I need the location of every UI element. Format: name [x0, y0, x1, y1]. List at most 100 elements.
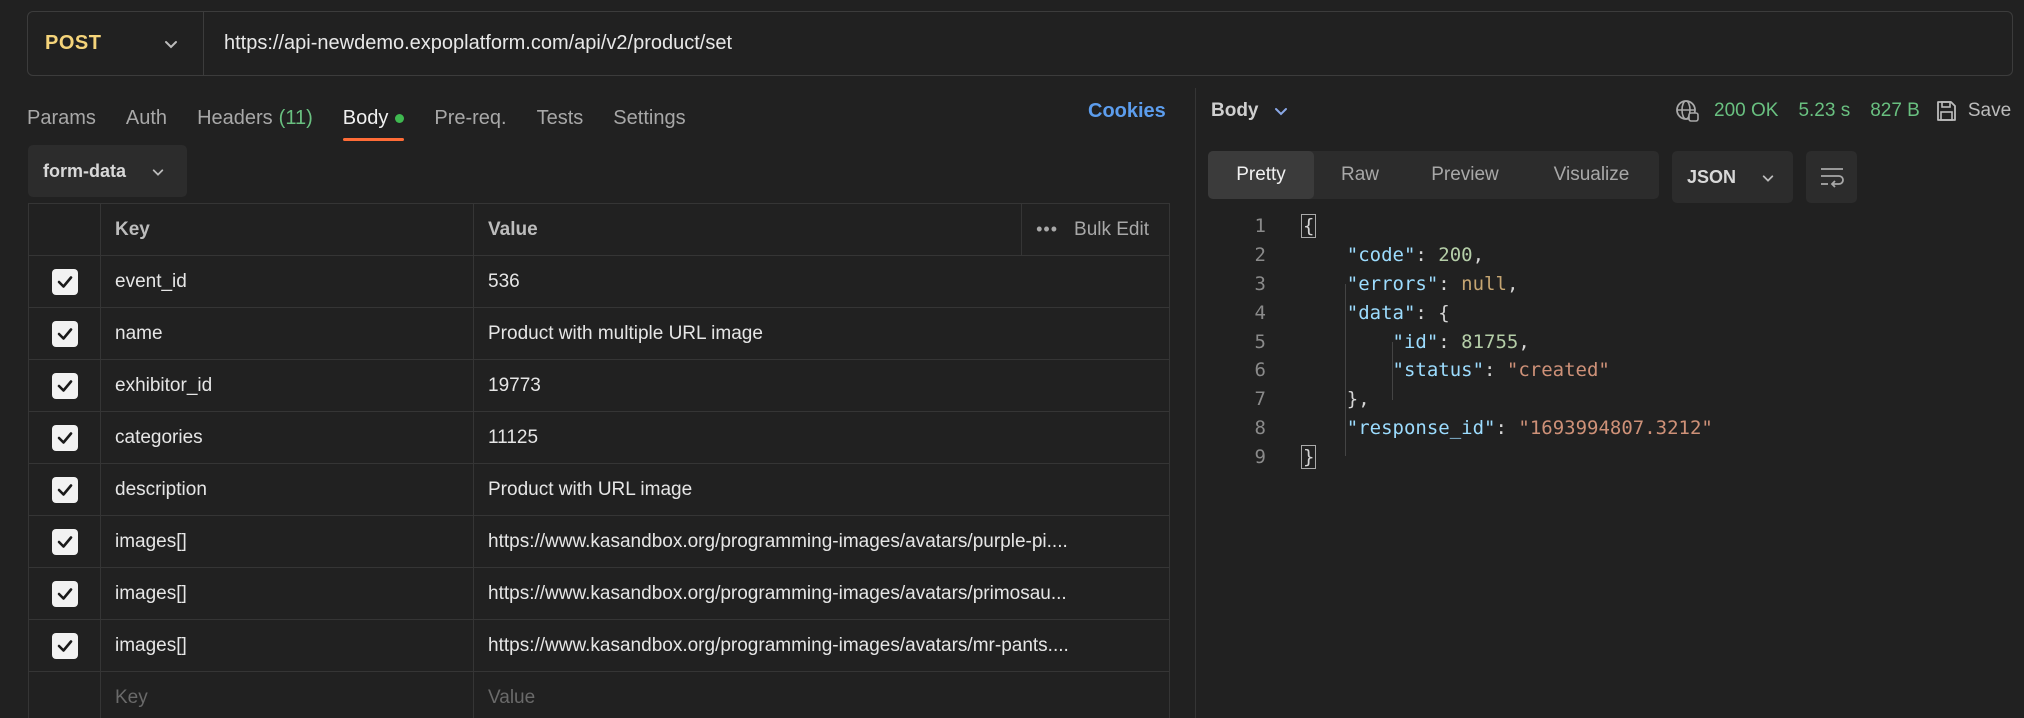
tab-settings[interactable]: Settings [613, 96, 685, 140]
key-cell[interactable]: exhibitor_id [101, 360, 474, 411]
row-checkbox[interactable] [51, 476, 78, 503]
row-checkbox[interactable] [51, 632, 78, 659]
value-cell[interactable]: Product with URL image [474, 464, 1169, 515]
check-cell [29, 360, 101, 411]
globe-network-icon[interactable] [1674, 98, 1700, 124]
body-type-label: form-data [43, 160, 127, 181]
line-number: 8 [1254, 416, 1266, 439]
bulk-edit-area: ••• Bulk Edit [1021, 204, 1169, 255]
request-tabs: Params Auth Headers (11) Body Pre-req. Te… [27, 96, 716, 141]
row-checkbox[interactable] [51, 528, 78, 555]
tab-pretty[interactable]: Pretty [1208, 151, 1314, 199]
response-body-label: Body [1211, 100, 1259, 121]
check-cell [29, 256, 101, 307]
check-cell [29, 568, 101, 619]
language-select[interactable]: JSON [1672, 151, 1793, 203]
tab-label: Settings [613, 106, 686, 129]
value-cell[interactable]: https://www.kasandbox.org/programming-im… [474, 516, 1169, 567]
tab-body[interactable]: Body [342, 96, 405, 141]
row-checkbox[interactable] [51, 320, 78, 347]
json-key: "code" [1346, 244, 1416, 267]
checkmark-icon [57, 535, 72, 548]
chevron-down-icon [1274, 108, 1287, 116]
value-cell[interactable]: 19773 [474, 360, 1169, 411]
tab-preview[interactable]: Preview [1406, 151, 1524, 199]
table-row: event_id 536 [29, 256, 1169, 308]
save-icon [1936, 101, 1956, 121]
tab-pre-request[interactable]: Pre-req. [434, 96, 506, 140]
key-cell[interactable]: images[] [101, 620, 474, 671]
key-cell[interactable]: images[] [101, 516, 474, 567]
key-cell[interactable]: categories [101, 412, 474, 463]
json-key: "status" [1392, 359, 1485, 382]
key-cell[interactable]: event_id [101, 256, 474, 307]
status-code[interactable]: 200 OK [1714, 100, 1778, 122]
code-line: 1{ [1230, 212, 1713, 241]
tab-visualize[interactable]: Visualize [1524, 151, 1659, 199]
code-line: 6 "status": "created" [1230, 356, 1713, 385]
row-checkbox[interactable] [51, 424, 78, 451]
table-row: images[] https://www.kasandbox.org/progr… [29, 620, 1169, 672]
method-select[interactable]: POST [28, 12, 204, 75]
tab-label: Headers [197, 106, 273, 129]
key-input[interactable]: Key [101, 672, 474, 718]
value-cell[interactable]: 536 [474, 256, 1169, 307]
url-input[interactable]: https://api-newdemo.expoplatform.com/api… [224, 32, 732, 55]
row-checkbox[interactable] [51, 580, 78, 607]
table-row: description Product with URL image [29, 464, 1169, 516]
pane-divider[interactable] [1195, 88, 1196, 718]
wrap-lines-button[interactable] [1806, 151, 1857, 203]
tab-label: Tests [536, 106, 584, 129]
active-indicator-dot [395, 113, 405, 123]
line-number: 2 [1254, 244, 1266, 267]
bulk-edit-button[interactable]: Bulk Edit [1074, 219, 1149, 241]
tab-raw[interactable]: Raw [1314, 151, 1406, 199]
value-cell[interactable]: https://www.kasandbox.org/programming-im… [474, 568, 1169, 619]
line-number: 6 [1254, 359, 1266, 382]
tab-headers[interactable]: Headers (11) [197, 96, 313, 140]
code-line: 4 "data": { [1230, 298, 1713, 327]
value-cell[interactable]: Product with multiple URL image [474, 308, 1169, 359]
row-checkbox[interactable] [51, 268, 78, 295]
value-input[interactable]: Value [474, 672, 1169, 718]
indent-guide [1345, 284, 1346, 456]
json-key: "response_id" [1346, 416, 1496, 439]
json-string: "created" [1506, 359, 1610, 382]
body-type-select[interactable]: form-data [28, 145, 187, 197]
tab-auth[interactable]: Auth [126, 96, 167, 140]
check-cell [29, 412, 101, 463]
value-cell[interactable]: https://www.kasandbox.org/programming-im… [474, 620, 1169, 671]
more-options-icon[interactable]: ••• [1036, 219, 1058, 240]
response-time[interactable]: 5.23 s [1798, 100, 1850, 122]
json-key: "data" [1346, 301, 1416, 324]
value-cell[interactable]: 11125 [474, 412, 1169, 463]
value-header: Value [488, 218, 538, 240]
line-number: 9 [1254, 445, 1266, 468]
check-cell [29, 672, 101, 718]
row-checkbox[interactable] [51, 372, 78, 399]
line-number: 5 [1254, 330, 1266, 353]
key-cell[interactable]: name [101, 308, 474, 359]
save-label: Save [1967, 100, 2012, 121]
check-cell [29, 308, 101, 359]
save-response-button[interactable]: Save [1934, 99, 2011, 123]
cookies-link[interactable]: Cookies [1088, 100, 1166, 123]
response-size[interactable]: 827 B [1870, 100, 1920, 122]
response-body-select[interactable]: Body [1211, 100, 1289, 122]
code-line: 9} [1230, 442, 1713, 471]
tab-label: Body [342, 106, 389, 129]
checkmark-icon [57, 431, 72, 444]
form-data-table: Key Value ••• Bulk Edit event_id 536 nam… [28, 203, 1170, 718]
tab-params[interactable]: Params [27, 96, 96, 140]
table-row-empty: Key Value [29, 672, 1169, 718]
tab-tests[interactable]: Tests [537, 96, 584, 140]
code-line: 7 }, [1230, 385, 1713, 414]
key-cell[interactable]: images[] [101, 568, 474, 619]
line-number: 1 [1254, 215, 1266, 238]
checkmark-icon [57, 275, 72, 288]
response-json-viewer[interactable]: 1{ 2 "code": 200, 3 "errors": null, 4 "d… [1230, 212, 1713, 471]
key-cell[interactable]: description [101, 464, 474, 515]
brace-close: } [1301, 444, 1317, 469]
checkmark-icon [57, 327, 72, 340]
method-label: POST [45, 32, 102, 54]
